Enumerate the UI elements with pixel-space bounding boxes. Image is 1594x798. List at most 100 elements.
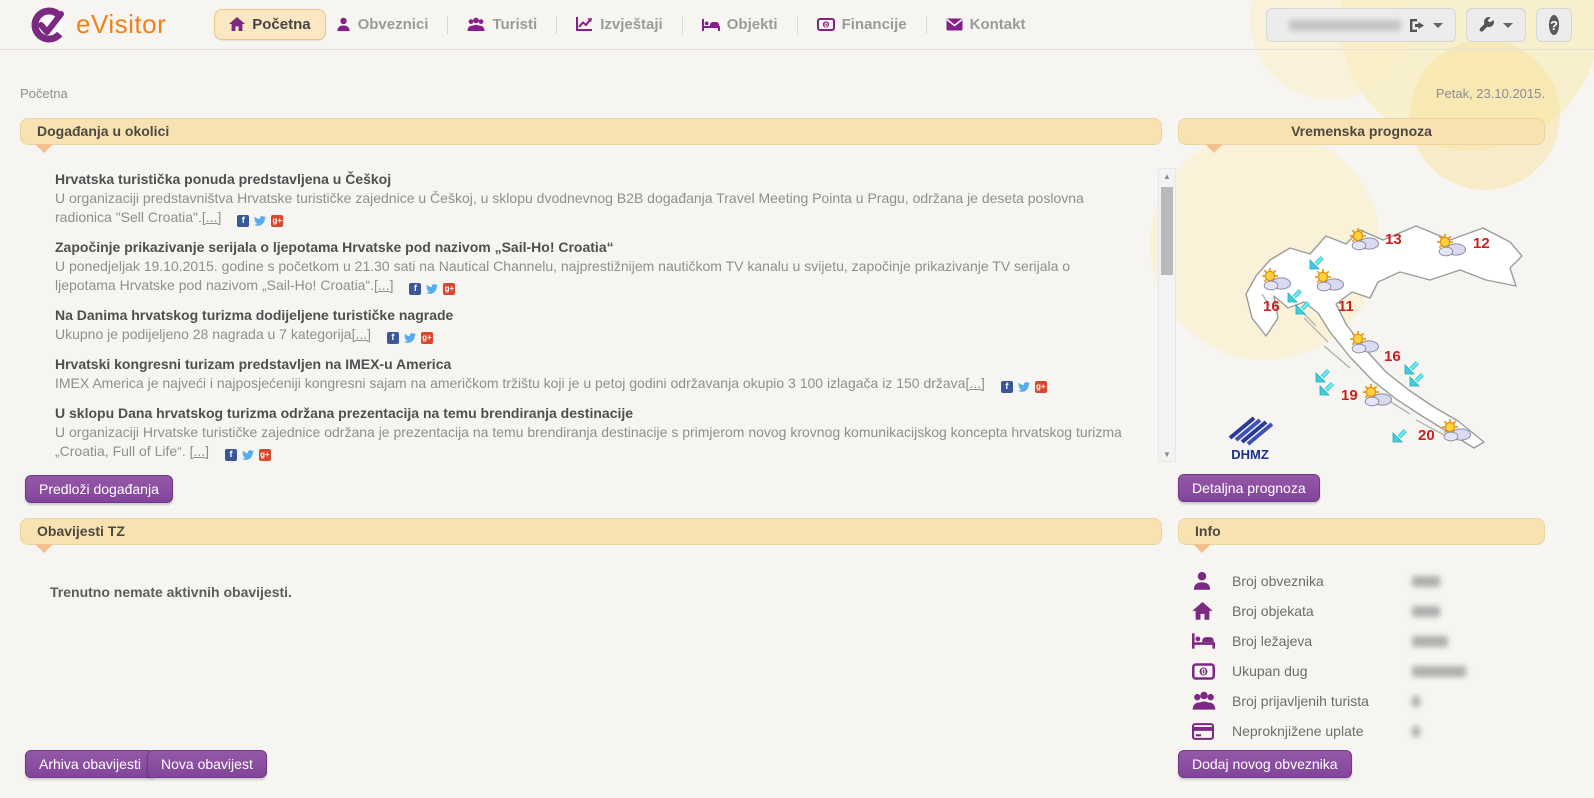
nav-label: Objekti bbox=[727, 16, 778, 33]
nav-item-objekti[interactable]: Objekti bbox=[692, 10, 788, 39]
info-rows: Broj obveznika Broj objekata Broj ležaje… bbox=[1192, 566, 1542, 746]
twitter-icon[interactable] bbox=[1018, 381, 1030, 393]
nav-item-financije[interactable]: 0 Financije bbox=[807, 10, 917, 39]
evisitor-home-page: eVisitor Početna Obveznici bbox=[0, 0, 1594, 798]
read-more-link[interactable]: [...] bbox=[202, 209, 221, 225]
evisitor-logo-icon bbox=[30, 6, 68, 44]
facebook-icon[interactable]: f bbox=[237, 215, 249, 227]
googleplus-icon[interactable]: g+ bbox=[271, 215, 283, 227]
news-scrollbar[interactable]: ▲ ▼ bbox=[1158, 168, 1176, 462]
news-title: Na Danima hrvatskog turizma dodijeljene … bbox=[55, 306, 1133, 325]
wrench-icon bbox=[1479, 17, 1495, 33]
temperature-label: 11 bbox=[1338, 298, 1354, 315]
news-body-text: U organizaciji Hrvatske turističke zajed… bbox=[55, 424, 1122, 459]
nav-item-turisti[interactable]: Turisti bbox=[457, 10, 547, 39]
twitter-icon[interactable] bbox=[242, 449, 254, 461]
facebook-icon[interactable]: f bbox=[225, 449, 237, 461]
info-row-broj-lezajeva: Broj ležajeva bbox=[1192, 626, 1542, 656]
panel-pointer bbox=[1193, 544, 1211, 553]
person-icon bbox=[1192, 571, 1212, 591]
panel-pointer bbox=[1205, 144, 1223, 153]
info-row-neproknjizene-uplate: Neproknjižene uplate bbox=[1192, 716, 1542, 746]
question-mark-icon: ? bbox=[1549, 15, 1559, 35]
breadcrumb[interactable]: Početna bbox=[20, 86, 68, 101]
settings-button[interactable] bbox=[1466, 8, 1526, 42]
googleplus-icon[interactable]: g+ bbox=[421, 332, 433, 344]
news-title: Hrvatska turistička ponuda predstavljena… bbox=[55, 170, 1133, 189]
news-item: Na Danima hrvatskog turizma dodijeljene … bbox=[55, 306, 1133, 344]
info-value-redacted bbox=[1412, 636, 1448, 647]
nav-separator bbox=[926, 16, 927, 34]
bed-icon bbox=[702, 18, 720, 32]
header-controls: ? bbox=[1266, 8, 1572, 42]
user-name-redacted bbox=[1289, 20, 1401, 31]
info-label: Broj prijavljenih turista bbox=[1232, 693, 1384, 709]
news-body-text: U ponedjeljak 19.10.2015. godine s počet… bbox=[55, 258, 1070, 293]
svg-text:0: 0 bbox=[824, 22, 828, 29]
social-share-icons: f g+ bbox=[387, 332, 433, 344]
scroll-up-arrow[interactable]: ▲ bbox=[1159, 169, 1175, 183]
info-value-redacted bbox=[1412, 666, 1466, 677]
user-menu-button[interactable] bbox=[1266, 8, 1456, 42]
googleplus-icon[interactable]: g+ bbox=[259, 449, 271, 461]
person-icon bbox=[336, 17, 351, 32]
nav-label: Kontakt bbox=[970, 16, 1026, 33]
payment-card-icon bbox=[1192, 723, 1214, 740]
read-more-link[interactable]: [...] bbox=[374, 277, 393, 293]
info-row-broj-obveznika: Broj obveznika bbox=[1192, 566, 1542, 596]
info-panel-title: Info bbox=[1195, 523, 1221, 539]
info-label: Broj obveznika bbox=[1232, 573, 1384, 589]
chevron-down-icon bbox=[1503, 23, 1513, 28]
nav-item-obveznici[interactable]: Obveznici bbox=[326, 10, 439, 39]
scroll-down-arrow[interactable]: ▼ bbox=[1159, 447, 1175, 461]
suggest-events-button[interactable]: Predloži događanja bbox=[25, 475, 173, 503]
help-button[interactable]: ? bbox=[1536, 8, 1572, 42]
read-more-link[interactable]: [...] bbox=[190, 443, 209, 459]
info-value-redacted bbox=[1412, 726, 1420, 737]
info-label: Broj ležajeva bbox=[1232, 633, 1384, 649]
events-panel-header: Događanja u okolici bbox=[20, 118, 1162, 145]
news-title: Hrvatski kongresni turizam predstavljen … bbox=[55, 355, 1133, 374]
detailed-forecast-button[interactable]: Detaljna prognoza bbox=[1178, 474, 1320, 502]
add-new-obligor-button[interactable]: Dodaj novog obveznika bbox=[1178, 750, 1352, 778]
twitter-icon[interactable] bbox=[404, 332, 416, 344]
read-more-link[interactable]: [...] bbox=[352, 326, 371, 342]
nav-item-kontakt[interactable]: Kontakt bbox=[936, 10, 1036, 39]
nav-label: Početna bbox=[252, 16, 310, 33]
svg-text:0: 0 bbox=[1201, 666, 1206, 676]
twitter-icon[interactable] bbox=[254, 215, 266, 227]
nav-item-izvjestaji[interactable]: Izvještaji bbox=[566, 10, 673, 39]
facebook-icon[interactable]: f bbox=[1001, 381, 1013, 393]
panel-pointer bbox=[35, 544, 53, 553]
info-row-broj-objekata: Broj objekata bbox=[1192, 596, 1542, 626]
evisitor-logo[interactable]: eVisitor bbox=[30, 6, 166, 44]
googleplus-icon[interactable]: g+ bbox=[1035, 381, 1047, 393]
banknote-icon: 0 bbox=[1192, 663, 1215, 680]
chart-icon bbox=[576, 17, 593, 32]
social-share-icons: f g+ bbox=[225, 449, 271, 461]
news-title: Započinje prikazivanje serijala o ljepot… bbox=[55, 238, 1133, 257]
info-label: Neproknjižene uplate bbox=[1232, 723, 1384, 739]
brand-name: eVisitor bbox=[76, 9, 166, 40]
facebook-icon[interactable]: f bbox=[409, 283, 421, 295]
home-icon bbox=[1192, 602, 1213, 621]
scrollbar-thumb[interactable] bbox=[1161, 187, 1173, 275]
dhmz-logo: DHMZ bbox=[1230, 418, 1272, 462]
info-panel-header: Info bbox=[1178, 518, 1545, 545]
notices-archive-button[interactable]: Arhiva obavijesti bbox=[25, 750, 155, 778]
googleplus-icon[interactable]: g+ bbox=[443, 283, 455, 295]
twitter-icon[interactable] bbox=[426, 283, 438, 295]
nav-separator bbox=[797, 16, 798, 34]
events-news-list: Hrvatska turistička ponuda predstavljena… bbox=[55, 170, 1133, 472]
temperature-label: 16 bbox=[1384, 348, 1401, 365]
nav-label: Financije bbox=[842, 16, 907, 33]
facebook-icon[interactable]: f bbox=[387, 332, 399, 344]
croatia-outline bbox=[1246, 226, 1522, 448]
nav-separator bbox=[556, 16, 557, 34]
nav-separator bbox=[682, 16, 683, 34]
new-notice-button[interactable]: Nova obavijest bbox=[147, 750, 267, 778]
read-more-link[interactable]: [...] bbox=[965, 375, 984, 391]
events-panel-title: Događanja u okolici bbox=[37, 123, 169, 139]
nav-separator bbox=[447, 16, 448, 34]
nav-item-pocetna[interactable]: Početna bbox=[214, 9, 325, 40]
